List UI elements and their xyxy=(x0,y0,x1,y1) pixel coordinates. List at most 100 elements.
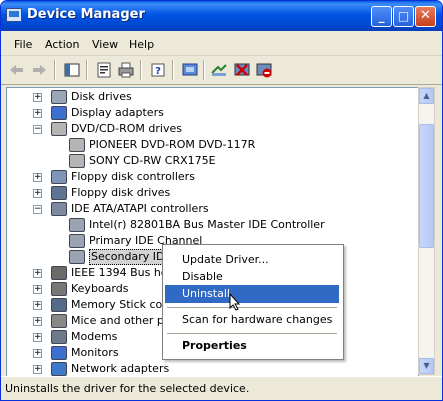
context-update-driver[interactable]: Update Driver... xyxy=(165,251,339,269)
device-icon xyxy=(51,170,67,184)
expand-icon[interactable]: + xyxy=(33,317,42,326)
window-title: Device Manager xyxy=(27,7,145,22)
device-icon xyxy=(51,266,67,280)
toolbar-separator xyxy=(140,60,142,80)
maximize-icon: □ xyxy=(397,9,410,23)
context-scan-hardware[interactable]: Scan for hardware changes xyxy=(165,311,339,329)
expand-icon[interactable]: + xyxy=(33,349,42,358)
expand-icon[interactable]: + xyxy=(33,173,42,182)
toolbar: ? xyxy=(1,56,442,85)
scrollbar-thumb[interactable] xyxy=(419,124,434,248)
tree-item-label: Network adapters xyxy=(71,362,170,375)
tree-item[interactable]: − DVD/CD-ROM drives xyxy=(7,121,416,137)
toolbar-separator xyxy=(172,60,174,80)
menu-help[interactable]: Help xyxy=(129,38,154,51)
tree-item[interactable]: PIONEER DVD-ROM DVD-117R xyxy=(7,137,416,153)
expand-icon[interactable]: + xyxy=(33,93,42,102)
expand-icon[interactable]: + xyxy=(33,189,42,198)
device-icon xyxy=(69,154,85,168)
scroll-down-button[interactable]: ▼ xyxy=(419,358,434,374)
device-manager-app-icon xyxy=(6,8,22,22)
update-driver-icon[interactable] xyxy=(181,61,199,79)
device-icon xyxy=(51,362,67,376)
tree-item[interactable]: SONY CD-RW CRX175E xyxy=(7,153,416,169)
show-hide-console-tree-icon[interactable] xyxy=(63,61,81,79)
context-uninstall[interactable]: Uninstall xyxy=(165,285,339,303)
context-separator xyxy=(167,333,337,334)
tree-item[interactable]: + Floppy disk controllers xyxy=(7,169,416,185)
device-icon xyxy=(69,218,85,232)
collapse-icon[interactable]: − xyxy=(33,205,42,214)
device-icon xyxy=(69,138,85,152)
mouse-cursor-icon xyxy=(229,293,241,311)
toolbar-separator xyxy=(203,60,205,80)
minimize-button[interactable]: _ xyxy=(371,6,392,27)
device-icon xyxy=(51,298,67,312)
context-disable[interactable]: Disable xyxy=(165,268,339,286)
tree-item-label: Modems xyxy=(71,330,118,343)
properties-icon[interactable] xyxy=(95,61,113,79)
tree-item-label: Floppy disk controllers xyxy=(71,170,195,183)
status-text: Uninstalls the driver for the selected d… xyxy=(5,382,250,395)
tree-item[interactable]: + Disk drives xyxy=(7,89,416,105)
uninstall-icon[interactable] xyxy=(233,61,251,79)
svg-text:?: ? xyxy=(155,66,161,77)
title-bar[interactable]: Device Manager _ □ ✕ xyxy=(1,1,442,31)
tree-item-label: Display adapters xyxy=(71,106,164,119)
menu-action[interactable]: Action xyxy=(45,38,79,51)
close-icon: ✕ xyxy=(420,8,431,23)
scroll-up-arrow-icon: ▲ xyxy=(423,91,430,100)
device-icon xyxy=(69,250,85,264)
expand-icon[interactable]: + xyxy=(33,109,42,118)
device-icon xyxy=(69,234,85,248)
device-icon xyxy=(51,330,67,344)
device-icon xyxy=(51,314,67,328)
help-icon[interactable]: ? xyxy=(149,61,167,79)
device-icon xyxy=(51,90,67,104)
context-menu: Update Driver... Disable Uninstall Scan … xyxy=(162,244,344,360)
device-icon xyxy=(51,106,67,120)
tree-item-label: Monitors xyxy=(71,346,119,359)
context-properties[interactable]: Properties xyxy=(165,337,339,355)
status-bar: Uninstalls the driver for the selected d… xyxy=(1,376,442,400)
scroll-down-arrow-icon: ▼ xyxy=(423,361,430,370)
scroll-up-button[interactable]: ▲ xyxy=(419,88,434,104)
device-icon xyxy=(51,202,67,216)
tree-item[interactable]: + Network adapters xyxy=(7,361,416,376)
tree-item-label: Intel(r) 82801BA Bus Master IDE Controll… xyxy=(89,218,325,231)
back-icon[interactable] xyxy=(8,61,26,79)
close-button[interactable]: ✕ xyxy=(415,6,436,27)
tree-item[interactable]: Intel(r) 82801BA Bus Master IDE Controll… xyxy=(7,217,416,233)
menu-bar: File Action View Help xyxy=(1,31,442,56)
device-icon xyxy=(51,346,67,360)
expand-icon[interactable]: + xyxy=(33,333,42,342)
toolbar-separator xyxy=(54,60,56,80)
expand-icon[interactable]: + xyxy=(33,269,42,278)
menu-file[interactable]: File xyxy=(14,38,32,51)
device-icon xyxy=(51,282,67,296)
menu-view[interactable]: View xyxy=(92,38,118,51)
tree-item-label: Disk drives xyxy=(71,90,132,103)
toolbar-separator xyxy=(86,60,88,80)
device-icon xyxy=(51,122,67,136)
scan-hardware-icon[interactable] xyxy=(210,61,228,79)
vertical-scrollbar[interactable]: ▲ ▼ xyxy=(418,87,435,375)
tree-item-label: Floppy disk drives xyxy=(71,186,171,199)
tree-item[interactable]: + Display adapters xyxy=(7,105,416,121)
print-icon[interactable] xyxy=(117,61,135,79)
forward-icon[interactable] xyxy=(30,61,48,79)
tree-item-label: DVD/CD-ROM drives xyxy=(71,122,182,135)
device-icon xyxy=(51,186,67,200)
tree-item[interactable]: − IDE ATA/ATAPI controllers xyxy=(7,201,416,217)
collapse-icon[interactable]: − xyxy=(33,125,42,134)
tree-item-label: SONY CD-RW CRX175E xyxy=(89,154,216,167)
minimize-icon: _ xyxy=(378,9,385,23)
tree-item[interactable]: + Floppy disk drives xyxy=(7,185,416,201)
disable-icon[interactable] xyxy=(255,61,273,79)
expand-icon[interactable]: + xyxy=(33,285,42,294)
expand-icon[interactable]: + xyxy=(33,301,42,310)
maximize-button[interactable]: □ xyxy=(393,6,414,27)
tree-item-label: IDE ATA/ATAPI controllers xyxy=(71,202,209,215)
tree-item-label: PIONEER DVD-ROM DVD-117R xyxy=(89,138,256,151)
expand-icon[interactable]: + xyxy=(33,365,42,374)
